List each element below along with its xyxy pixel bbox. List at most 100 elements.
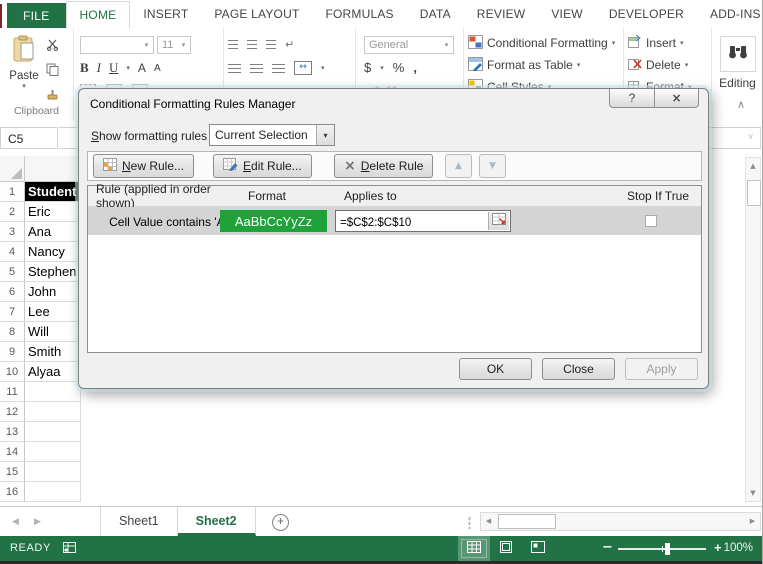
row-header[interactable]: 8 [0, 322, 25, 342]
ribbon-tab[interactable]: REVIEW [464, 1, 539, 28]
scroll-left-icon[interactable]: ◀ [481, 513, 496, 530]
zoom-in-button[interactable]: + [714, 540, 722, 555]
ok-button[interactable]: OK [459, 358, 532, 380]
sheet-tab-sheet1[interactable]: Sheet1 [101, 507, 178, 536]
cell[interactable] [25, 462, 81, 482]
paste-dropdown-icon[interactable]: ▾ [8, 82, 40, 90]
applies-to-input[interactable] [336, 211, 490, 233]
font-name-select[interactable]: ▾ [80, 36, 154, 54]
scroll-right-icon[interactable]: ▶ [745, 513, 760, 530]
name-box[interactable]: C5 [0, 127, 58, 149]
insert-cells-button[interactable]: Insert ▾ [628, 33, 707, 53]
delete-cells-button[interactable]: Delete ▾ [628, 55, 707, 75]
row-header[interactable]: 15 [0, 462, 25, 482]
row-header[interactable]: 2 [0, 202, 25, 222]
ribbon-tab[interactable]: FORMULAS [312, 1, 406, 28]
percent-style-button[interactable]: % [393, 60, 405, 75]
page-break-preview-button[interactable] [522, 536, 554, 561]
accounting-dropdown-icon[interactable]: ▾ [380, 64, 384, 72]
zoom-out-button[interactable]: − [602, 540, 613, 555]
sheet-tab-sheet2[interactable]: Sheet2 [177, 507, 256, 536]
ribbon-tab[interactable]: HOME [65, 1, 131, 29]
cell[interactable]: Lee [25, 302, 81, 322]
rule-row[interactable]: Cell Value contains 'A' AaBbCcYyZz [88, 207, 701, 235]
stop-if-true-checkbox[interactable] [645, 215, 657, 227]
row-header[interactable]: 7 [0, 302, 25, 322]
ribbon-tab[interactable]: DATA [407, 1, 464, 28]
dialog-close-button[interactable]: × [654, 89, 699, 108]
scroll-down-icon[interactable]: ▼ [746, 486, 760, 500]
row-header[interactable]: 9 [0, 342, 25, 362]
sheet-nav-left-icon[interactable]: ◀ [12, 517, 19, 527]
cell[interactable]: Student [25, 182, 81, 202]
align-top-icon[interactable] [228, 39, 238, 49]
dialog-help-button[interactable]: ? [609, 89, 654, 108]
align-middle-icon[interactable] [247, 39, 257, 49]
row-header[interactable]: 13 [0, 422, 25, 442]
vertical-scrollbar[interactable]: ▲ ▼ [745, 157, 761, 502]
sheet-nav-right-icon[interactable]: ▶ [34, 517, 41, 527]
scope-dropdown[interactable]: Current Selection ▾ [209, 124, 335, 146]
align-center-icon[interactable] [250, 63, 263, 73]
move-rule-up-button[interactable]: ▲ [445, 154, 472, 178]
paste-button[interactable]: Paste ▾ [8, 35, 40, 90]
new-rule-button[interactable]: New Rule... [93, 154, 195, 178]
macro-record-icon[interactable] [62, 541, 77, 559]
cut-icon[interactable] [46, 38, 59, 56]
row-header[interactable]: 1 [0, 182, 25, 202]
cell[interactable]: Will [25, 322, 81, 342]
format-painter-icon[interactable] [46, 88, 59, 106]
zoom-level[interactable]: 100% [724, 542, 753, 554]
formula-bar-expand-icon[interactable]: ∨ [747, 132, 754, 142]
row-header[interactable]: 11 [0, 382, 25, 402]
align-bottom-icon[interactable] [266, 39, 276, 49]
merge-dropdown-icon[interactable]: ▾ [321, 64, 325, 72]
ribbon-tab[interactable]: INSERT [130, 1, 201, 28]
normal-view-button[interactable] [458, 536, 490, 561]
collapse-ribbon-icon[interactable]: ∧ [737, 98, 745, 111]
horizontal-scroll-thumb[interactable] [498, 514, 556, 529]
row-header[interactable]: 4 [0, 242, 25, 262]
underline-dropdown-icon[interactable]: ▾ [126, 64, 130, 72]
edit-rule-button[interactable]: Edit Rule... [213, 154, 312, 178]
ribbon-tab[interactable]: ADD-INS [697, 1, 762, 28]
grow-font-button[interactable]: A [138, 61, 146, 75]
row-header[interactable]: 14 [0, 442, 25, 462]
select-all-corner[interactable] [0, 156, 25, 182]
cell[interactable] [25, 402, 81, 422]
conditional-formatting-button[interactable]: Conditional Formatting ▾ [468, 33, 619, 53]
row-header[interactable]: 10 [0, 362, 25, 382]
cell[interactable] [25, 482, 81, 502]
font-size-select[interactable]: 11 ▾ [157, 36, 191, 54]
new-sheet-button[interactable]: + [272, 514, 289, 531]
zoom-slider-track[interactable] [618, 546, 706, 552]
scroll-up-icon[interactable]: ▲ [746, 159, 760, 173]
format-as-table-button[interactable]: Format as Table ▾ [468, 55, 619, 75]
align-right-icon[interactable] [272, 63, 285, 73]
shrink-font-button[interactable]: A [154, 63, 161, 74]
cell[interactable] [25, 382, 81, 402]
ribbon-tab[interactable]: DEVELOPER [596, 1, 697, 28]
page-layout-view-button[interactable] [490, 536, 522, 561]
row-header[interactable]: 6 [0, 282, 25, 302]
ribbon-tab[interactable]: VIEW [538, 1, 595, 28]
row-header[interactable]: 12 [0, 402, 25, 422]
cell[interactable]: Nancy [25, 242, 81, 262]
underline-button[interactable]: U [109, 60, 118, 76]
vertical-scroll-thumb[interactable] [747, 180, 761, 206]
move-rule-down-button[interactable]: ▼ [479, 154, 506, 178]
accounting-format-button[interactable]: $ [364, 60, 371, 75]
close-button[interactable]: Close [542, 358, 615, 380]
comma-style-button[interactable]: , [413, 60, 417, 75]
bold-button[interactable]: B [80, 60, 89, 76]
wrap-text-icon[interactable]: ↵ [285, 38, 294, 51]
copy-icon[interactable] [46, 63, 59, 81]
cell[interactable]: Stephen [25, 262, 81, 282]
row-header[interactable]: 3 [0, 222, 25, 242]
tab-scrollbar-divider[interactable] [468, 516, 471, 529]
ribbon-tab[interactable]: PAGE LAYOUT [201, 1, 312, 28]
cell[interactable]: Alyaa [25, 362, 81, 382]
tab-file[interactable]: FILE [7, 3, 66, 28]
cell[interactable]: Ana [25, 222, 81, 242]
cell[interactable] [25, 442, 81, 462]
